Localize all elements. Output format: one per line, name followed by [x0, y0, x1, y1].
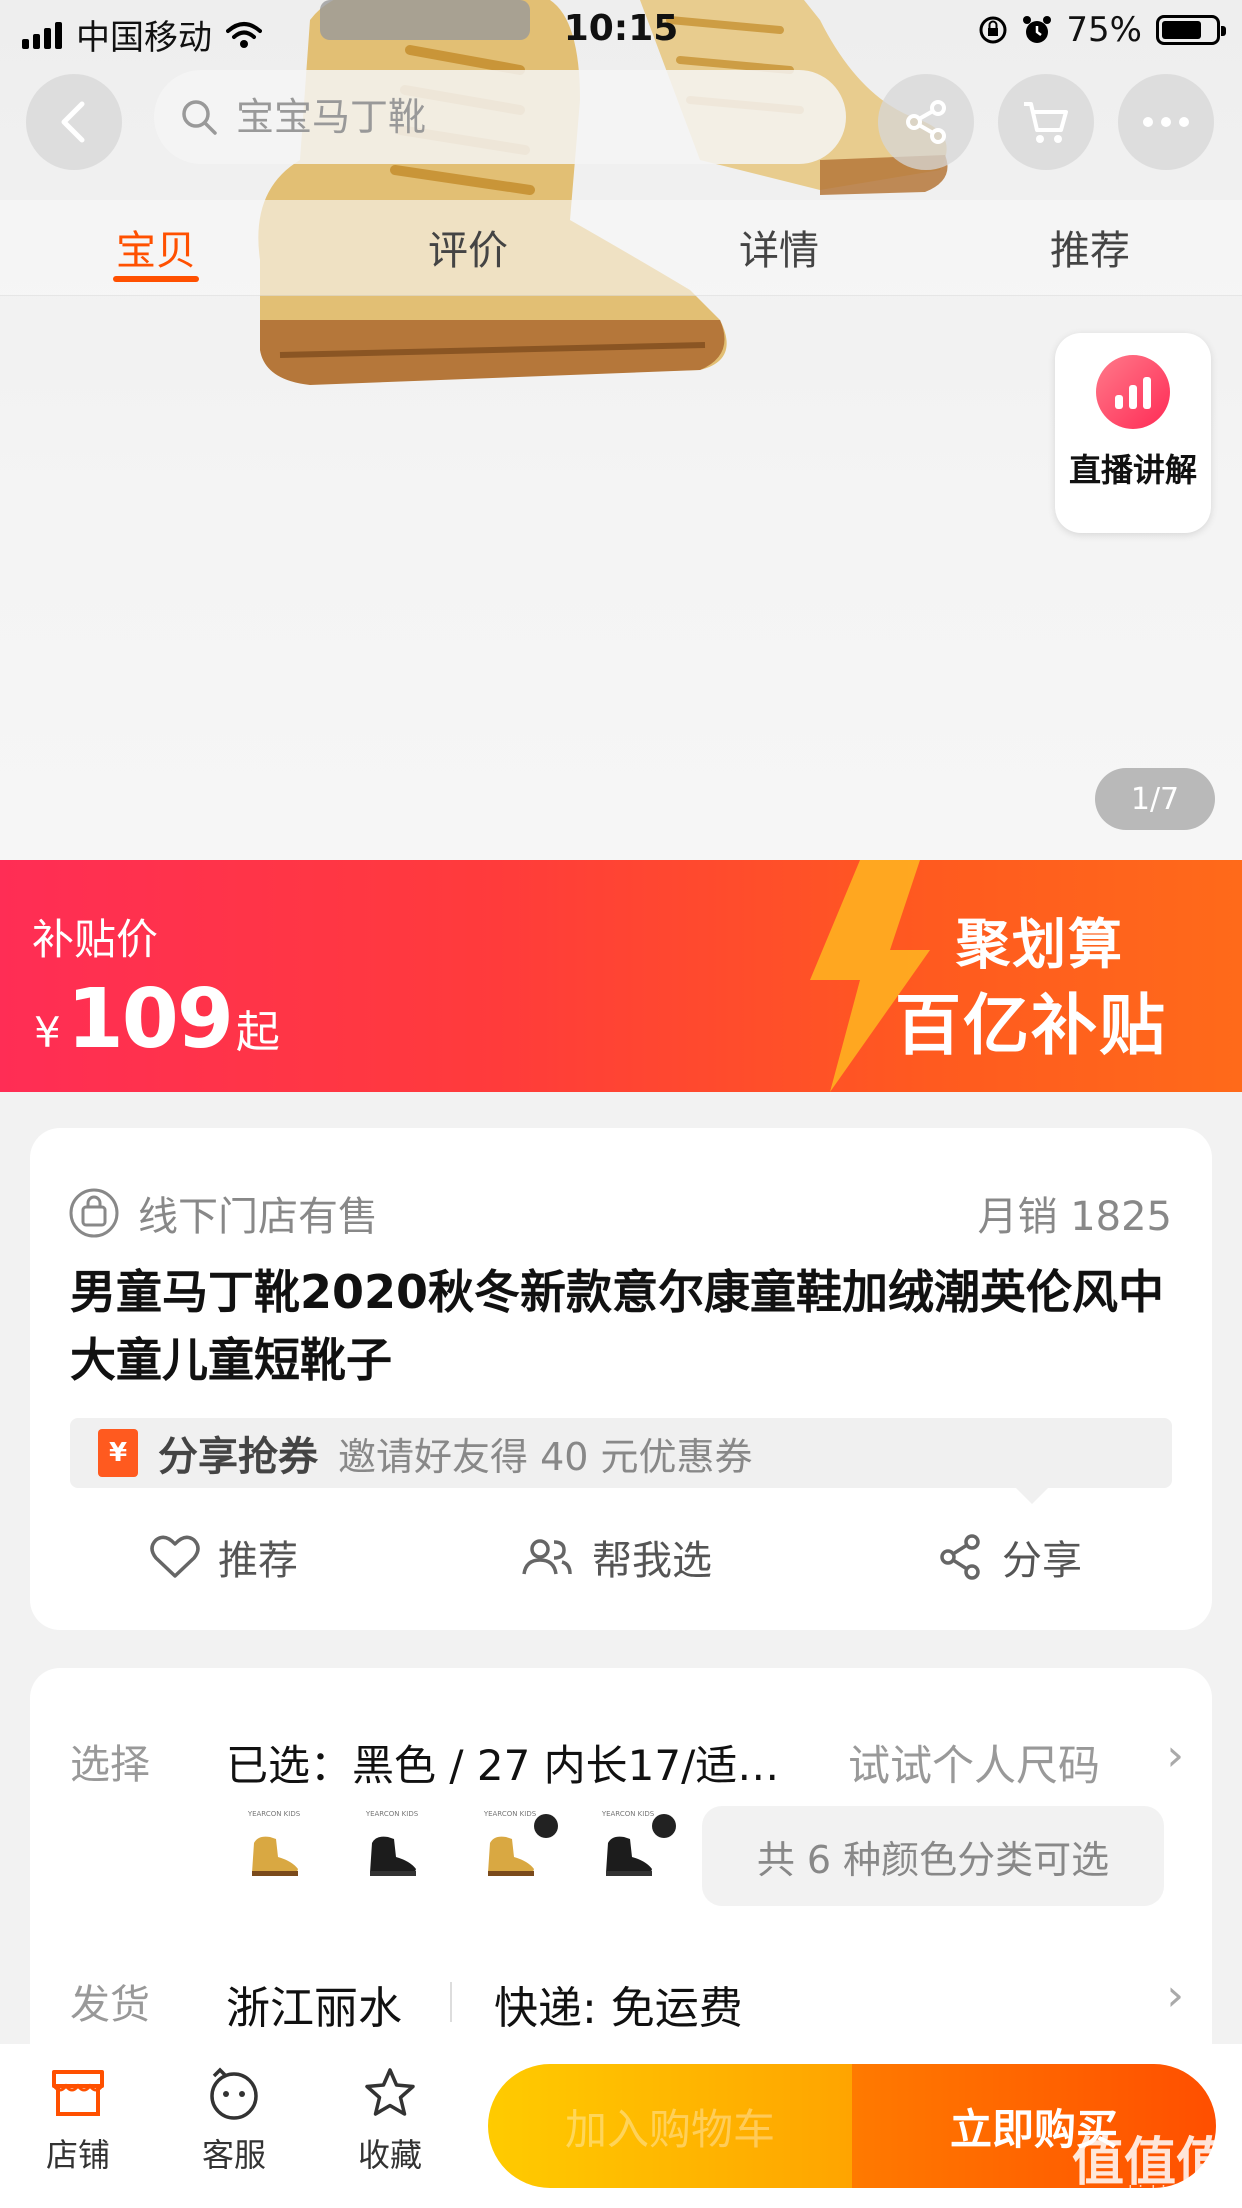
active-tab-indicator — [113, 276, 199, 282]
favorite-button[interactable]: 收藏 — [340, 2066, 440, 2176]
favorite-label: 收藏 — [357, 2136, 422, 2174]
boot-thumbnail-icon — [606, 1836, 652, 1876]
live-explain-button[interactable]: 直播讲解 — [1055, 333, 1211, 533]
chevron-left-icon — [61, 101, 85, 143]
help-me-choose-button[interactable]: 帮我选 — [520, 1528, 712, 1586]
share-product-button[interactable]: 分享 — [938, 1528, 1082, 1586]
monthly-sales: 月销 1825 — [977, 1194, 1172, 1240]
product-gallery[interactable]: 中国移动 10:15 75% 宝宝马丁靴 宝贝 评价 详情 推荐 直播讲解 1/… — [0, 0, 1242, 860]
shipping-fee: 快递: 免运费 — [494, 1983, 743, 2034]
store-icon — [52, 2070, 104, 2116]
thumb-badge — [534, 1814, 558, 1838]
boot-thumbnail-icon — [252, 1836, 298, 1876]
price-banner: 补贴价 ¥ 109 起 聚划算 百亿补贴 — [0, 860, 1242, 1092]
coupon-pointer — [1014, 1486, 1050, 1504]
subsidy-title: 百亿补贴 — [895, 987, 1167, 1064]
color-thumb[interactable]: YEARCON KIDS — [344, 1808, 440, 1904]
coupon-title: 分享抢券 — [158, 1434, 318, 1480]
share-button[interactable] — [878, 74, 974, 170]
live-chart-icon — [1096, 355, 1170, 429]
people-icon — [522, 1539, 572, 1575]
shipping-label: 发货 — [70, 1982, 150, 2028]
status-bar: 中国移动 10:15 75% — [0, 0, 1242, 62]
more-icon — [1143, 117, 1189, 127]
search-bar[interactable] — [154, 70, 846, 164]
live-explain-label: 直播讲解 — [1068, 451, 1197, 489]
ship-origin: 浙江丽水 — [226, 1983, 402, 2034]
add-to-cart-label: 加入购物车 — [564, 2104, 775, 2154]
heart-icon — [150, 1535, 200, 1578]
currency-symbol: ¥ — [34, 1008, 61, 1057]
coupon-description: 邀请好友得 40 元优惠券 — [338, 1434, 753, 1479]
select-label: 选择 — [70, 1742, 150, 1788]
offline-store-label: 线下门店有售 — [138, 1194, 378, 1240]
price-value: 109 — [66, 972, 234, 1067]
shop-label: 店铺 — [45, 2136, 110, 2174]
tab-details[interactable]: 详情 — [699, 218, 859, 276]
tab-reviews[interactable]: 评价 — [388, 218, 548, 276]
tab-recommend[interactable]: 推荐 — [1010, 218, 1170, 276]
recommend-label: 推荐 — [218, 1538, 298, 1584]
gallery-page-indicator: 1/7 — [1095, 768, 1215, 830]
offline-store-badge: 线下门店有售 — [68, 1184, 378, 1242]
recommend-button[interactable]: 推荐 — [150, 1528, 298, 1586]
divider — [450, 1982, 452, 2022]
bottom-action-bar: 店铺 客服 收藏 加入购物车 立即购买 — [0, 2044, 1242, 2208]
selected-sku[interactable]: 已选：黑色 / 27 内长17/适… — [226, 1732, 846, 1793]
alarm-icon — [1023, 16, 1052, 43]
shopping-bag-icon — [69, 1188, 119, 1238]
rotation-lock-icon — [979, 16, 1007, 44]
price-label: 补贴价 — [32, 915, 159, 964]
share-icon — [906, 100, 946, 144]
cart-icon — [1024, 102, 1068, 143]
coupon-icon: ¥ — [98, 1429, 138, 1477]
shop-button[interactable]: 店铺 — [28, 2066, 128, 2176]
share-icon — [940, 1534, 980, 1580]
color-thumb[interactable]: YEARCON KIDS — [462, 1808, 558, 1904]
service-label: 客服 — [201, 2136, 266, 2174]
social-actions: 推荐 帮我选 分享 — [30, 1520, 1212, 1600]
product-info-card: 线下门店有售 月销 1825 男童马丁靴2020秋冬新款意尔康童鞋加绒潮英伦风中… — [30, 1128, 1212, 1630]
search-icon — [182, 100, 217, 135]
product-title: 男童马丁靴2020秋冬新款意尔康童鞋加绒潮英伦风中大童儿童短靴子 — [70, 1265, 1165, 1387]
color-thumb[interactable]: YEARCON KIDS — [580, 1808, 676, 1904]
customer-service-button[interactable]: 客服 — [184, 2066, 284, 2176]
battery-icon — [1156, 15, 1226, 45]
thumb-badge — [652, 1814, 676, 1838]
size-recommend-link[interactable]: 试试个人尺码 — [848, 1732, 1100, 1793]
star-icon — [365, 2068, 415, 2116]
search-input[interactable] — [236, 95, 796, 139]
boot-thumbnail-icon — [370, 1836, 416, 1876]
color-thumb[interactable]: YEARCON KIDS — [226, 1808, 322, 1904]
thumb-brand-label: YEARCON KIDS — [247, 1810, 301, 1818]
add-to-cart-button[interactable]: 加入购物车 — [488, 2064, 852, 2188]
color-count-pill[interactable]: 共 6 种颜色分类可选 — [702, 1806, 1164, 1906]
chevron-right-icon[interactable]: › — [1166, 1970, 1184, 2021]
cart-button[interactable] — [998, 74, 1094, 170]
battery-level — [1162, 21, 1201, 39]
back-button[interactable] — [26, 74, 122, 170]
boot-thumbnail-icon — [488, 1836, 534, 1876]
more-button[interactable] — [1118, 74, 1214, 170]
price: ¥ 109 起 — [34, 972, 280, 1067]
chevron-right-icon[interactable]: › — [1166, 1730, 1184, 1781]
color-thumbnails: YEARCON KIDS YEARCON KIDS YEARCON KIDS Y… — [226, 1808, 676, 1904]
service-face-icon — [210, 2067, 258, 2120]
juhuasuan-title: 聚划算 — [956, 913, 1124, 976]
share-coupon-bar[interactable]: ¥ 分享抢券 邀请好友得 40 元优惠券 — [70, 1418, 1172, 1488]
price-suffix: 起 — [235, 1007, 280, 1058]
share-label: 分享 — [1002, 1538, 1082, 1584]
help-me-choose-label: 帮我选 — [592, 1538, 712, 1584]
tab-item[interactable]: 宝贝 — [76, 218, 236, 276]
watermark-url: zhizhizhi.com — [1119, 2182, 1228, 2201]
thumb-brand-label: YEARCON KIDS — [365, 1810, 419, 1818]
battery-percent: 75% — [1066, 10, 1142, 50]
